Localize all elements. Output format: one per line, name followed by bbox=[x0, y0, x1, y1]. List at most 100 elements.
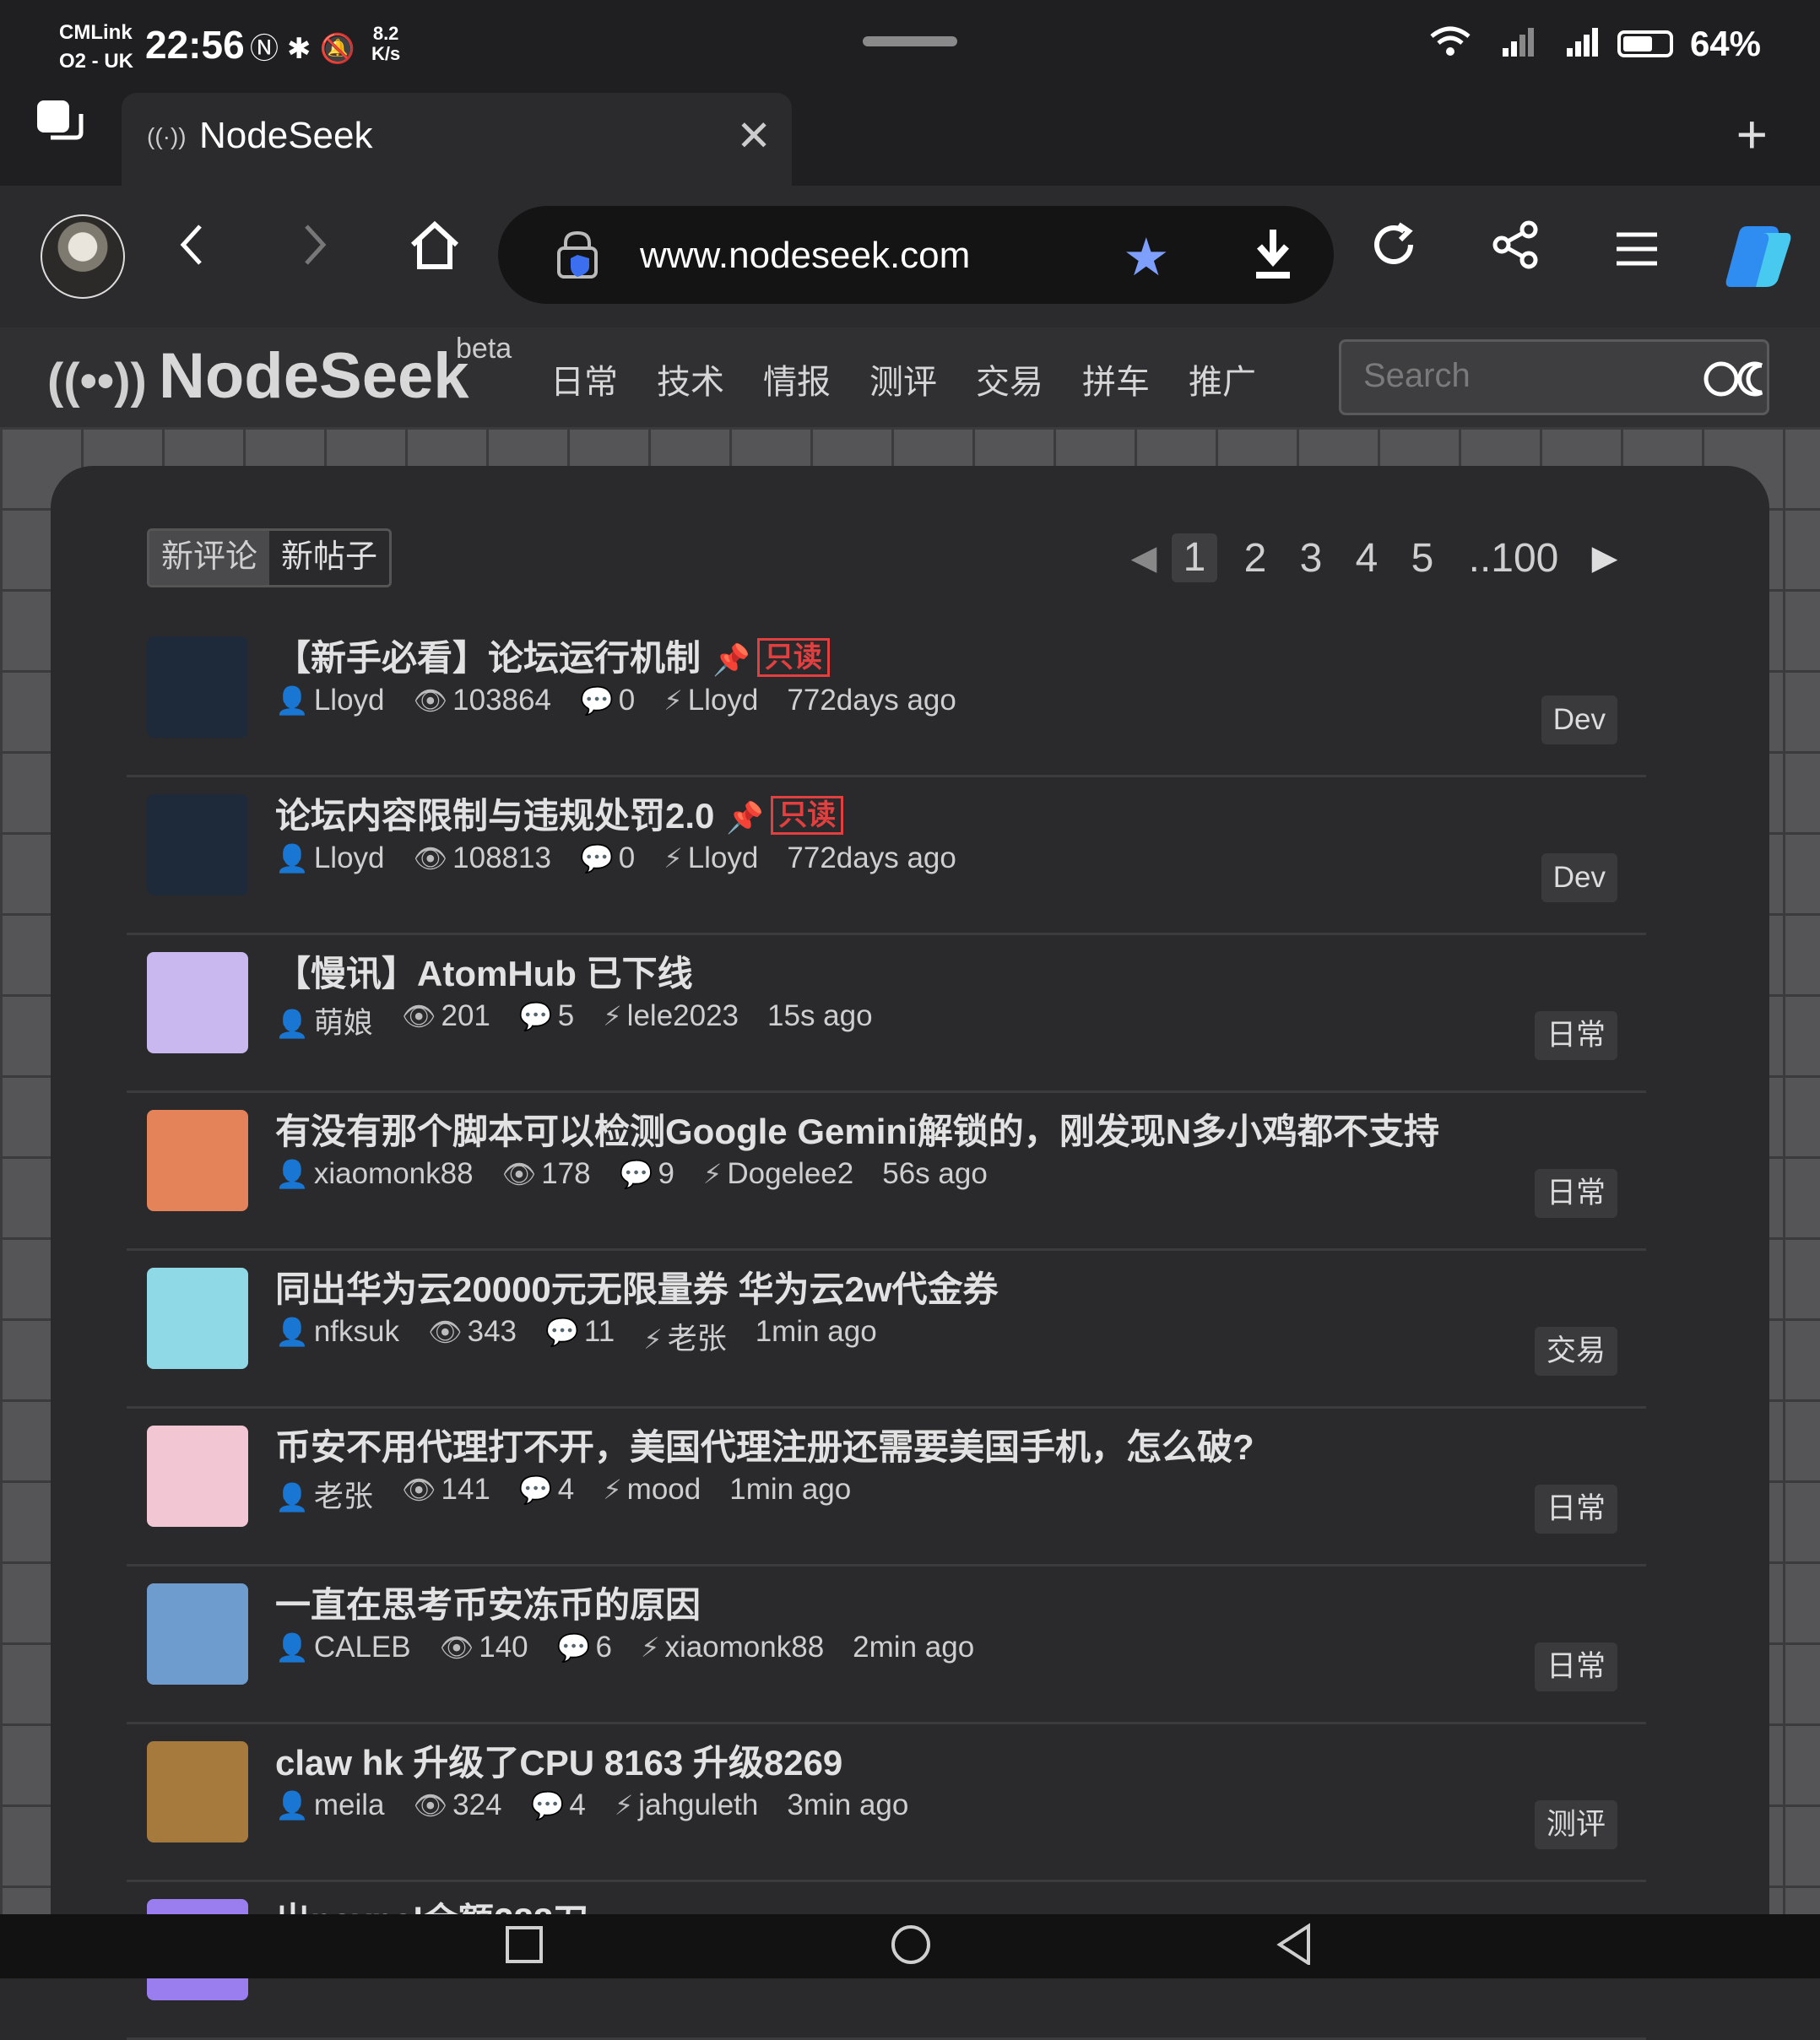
post-row[interactable]: 币安不用代理打不开，美国代理注册还需要美国手机，怎么破? 👤 老张 👁 141 💬 4 ⚡ mo… bbox=[127, 1407, 1646, 1567]
author-avatar[interactable] bbox=[147, 636, 248, 738]
author-name[interactable]: Lloyd bbox=[314, 684, 385, 717]
nav-daily[interactable]: 日常 bbox=[550, 354, 657, 403]
author-name[interactable]: meila bbox=[314, 1788, 385, 1821]
category-tag[interactable]: Dev bbox=[1541, 853, 1617, 902]
post-title-text[interactable]: claw hk 升级了CPU 8163 升级8269 bbox=[275, 1743, 842, 1783]
page-last[interactable]: ..100 bbox=[1450, 535, 1577, 582]
post-last-reply[interactable]: ⚡ Lloyd bbox=[664, 841, 758, 875]
author-name[interactable]: 老张 bbox=[314, 1480, 373, 1513]
page-3[interactable]: 3 bbox=[1283, 535, 1339, 582]
post-title[interactable]: 【慢讯】AtomHub 已下线 bbox=[275, 945, 693, 997]
author-name[interactable]: CALEB bbox=[314, 1631, 411, 1664]
post-title[interactable]: claw hk 升级了CPU 8163 升级8269 bbox=[275, 1734, 842, 1786]
back-button[interactable] bbox=[154, 219, 230, 287]
post-author[interactable]: 👤 nfksuk bbox=[275, 1315, 399, 1358]
window-handle[interactable] bbox=[863, 36, 957, 46]
category-tag[interactable]: 测评 bbox=[1534, 1800, 1617, 1849]
post-title[interactable]: 【新手必看】论坛运行机制 📌 只读 bbox=[275, 630, 830, 681]
post-author[interactable]: 👤 meila bbox=[275, 1788, 384, 1822]
post-author[interactable]: 👤 xiaomonk88 bbox=[275, 1157, 474, 1191]
share-button[interactable] bbox=[1477, 219, 1553, 287]
category-tag[interactable]: 日常 bbox=[1534, 1642, 1617, 1691]
home-nav-icon[interactable] bbox=[890, 1923, 932, 1965]
post-last-reply[interactable]: ⚡ lele2023 bbox=[603, 999, 739, 1042]
post-last-reply[interactable]: ⚡ 老张 bbox=[643, 1315, 726, 1358]
author-avatar[interactable] bbox=[147, 952, 248, 1053]
post-title-text[interactable]: 论坛内容限制与违规处罚2.0 bbox=[275, 796, 714, 836]
last-reply-user[interactable]: 老张 bbox=[668, 1323, 727, 1355]
tabs-overview-icon[interactable] bbox=[34, 97, 84, 148]
close-icon[interactable]: ✕ bbox=[736, 111, 772, 160]
category-tag[interactable]: 日常 bbox=[1534, 1011, 1617, 1060]
category-tag[interactable]: 交易 bbox=[1534, 1327, 1617, 1376]
post-row[interactable]: 【慢讯】AtomHub 已下线 👤 萌娘 👁 201 💬 5 ⚡ lele2023 15s ago… bbox=[127, 933, 1646, 1093]
last-reply-user[interactable]: jahguleth bbox=[638, 1788, 758, 1821]
reload-button[interactable] bbox=[1356, 219, 1432, 287]
last-reply-user[interactable]: Lloyd bbox=[688, 841, 759, 874]
last-reply-user[interactable]: mood bbox=[627, 1473, 701, 1506]
tab-nodeseek[interactable]: ((·)) NodeSeek ✕ bbox=[122, 93, 792, 186]
address-bar[interactable]: www.nodeseek.com ★ bbox=[498, 206, 1334, 304]
category-tag[interactable]: Dev bbox=[1541, 695, 1617, 744]
prev-page-icon[interactable]: ◀ bbox=[1116, 538, 1172, 577]
tab-new-posts[interactable]: 新帖子 bbox=[269, 531, 390, 585]
post-title[interactable]: 论坛内容限制与违规处罚2.0 📌 只读 bbox=[275, 787, 844, 839]
nav-review[interactable]: 测评 bbox=[869, 354, 976, 403]
page-2[interactable]: 2 bbox=[1227, 535, 1283, 582]
author-avatar[interactable] bbox=[147, 1583, 248, 1685]
nav-carpool[interactable]: 拼车 bbox=[1082, 354, 1189, 403]
post-row[interactable]: 【新手必看】论坛运行机制 📌 只读 👤 Lloyd 👁 103864 💬 0 ⚡ Lloyd 772d… bbox=[127, 618, 1646, 777]
page-1[interactable]: 1 bbox=[1172, 533, 1217, 582]
author-name[interactable]: 萌娘 bbox=[314, 1007, 373, 1040]
bookmark-star-icon[interactable]: ★ bbox=[1123, 226, 1170, 288]
post-title[interactable]: 同出华为云20000元无限量券 华为云2w代金券 bbox=[275, 1261, 999, 1312]
post-title[interactable]: 有没有那个脚本可以检测Google Gemini解锁的，刚发现N多小鸡都不支持 bbox=[275, 1103, 1439, 1155]
nodeseek-logo-icon[interactable]: ((••)) bbox=[47, 353, 147, 409]
post-last-reply[interactable]: ⚡ jahguleth bbox=[615, 1788, 759, 1822]
menu-button[interactable] bbox=[1599, 219, 1675, 287]
post-row[interactable]: 一直在思考币安冻币的原因 👤 CALEB 👁 140 💬 6 ⚡ xiaomonk88 2min … bbox=[127, 1565, 1646, 1724]
post-last-reply[interactable]: ⚡ xiaomonk88 bbox=[641, 1631, 824, 1664]
post-last-reply[interactable]: ⚡ mood bbox=[603, 1473, 701, 1516]
last-reply-user[interactable]: Lloyd bbox=[688, 684, 759, 717]
author-avatar[interactable] bbox=[147, 794, 248, 896]
post-author[interactable]: 👤 老张 bbox=[275, 1473, 373, 1516]
profile-avatar[interactable] bbox=[41, 214, 125, 299]
post-author[interactable]: 👤 CALEB bbox=[275, 1631, 411, 1664]
nav-info[interactable]: 情报 bbox=[763, 354, 869, 403]
nav-trade[interactable]: 交易 bbox=[976, 354, 1082, 403]
post-title-text[interactable]: 【新手必看】论坛运行机制 bbox=[275, 638, 701, 678]
author-avatar[interactable] bbox=[147, 1110, 248, 1211]
post-title-text[interactable]: 同出华为云20000元无限量券 华为云2w代金券 bbox=[275, 1269, 999, 1309]
post-last-reply[interactable]: ⚡ Lloyd bbox=[664, 684, 758, 717]
author-avatar[interactable] bbox=[147, 1268, 248, 1369]
post-title-text[interactable]: 一直在思考币安冻币的原因 bbox=[275, 1585, 701, 1625]
post-row[interactable]: 有没有那个脚本可以检测Google Gemini解锁的，刚发现N多小鸡都不支持 👤… bbox=[127, 1091, 1646, 1251]
post-row[interactable]: 同出华为云20000元无限量券 华为云2w代金券 👤 nfksuk 👁 343 💬 11 ⚡ 老… bbox=[127, 1249, 1646, 1409]
author-avatar[interactable] bbox=[147, 1426, 248, 1527]
home-button[interactable] bbox=[397, 219, 473, 290]
tab-new-comments[interactable]: 新评论 bbox=[149, 531, 270, 585]
nav-tech[interactable]: 技术 bbox=[657, 354, 763, 403]
page-4[interactable]: 4 bbox=[1339, 535, 1395, 582]
post-author[interactable]: 👤 萌娘 bbox=[275, 999, 373, 1042]
recents-icon[interactable] bbox=[505, 1923, 544, 1965]
post-title-text[interactable]: 【慢讯】AtomHub 已下线 bbox=[275, 954, 693, 993]
back-nav-icon[interactable] bbox=[1275, 1923, 1314, 1965]
last-reply-user[interactable]: lele2023 bbox=[627, 999, 739, 1032]
post-title[interactable]: 一直在思考币安冻币的原因 bbox=[275, 1577, 701, 1628]
post-title[interactable]: 币安不用代理打不开，美国代理注册还需要美国手机，怎么破? bbox=[275, 1419, 1254, 1470]
category-tag[interactable]: 日常 bbox=[1534, 1485, 1617, 1534]
author-name[interactable]: xiaomonk88 bbox=[314, 1157, 474, 1190]
post-author[interactable]: 👤 Lloyd bbox=[275, 684, 385, 717]
next-page-icon[interactable]: ▶ bbox=[1577, 538, 1633, 577]
post-title-text[interactable]: 有没有那个脚本可以检测Google Gemini解锁的，刚发现N多小鸡都不支持 bbox=[275, 1112, 1439, 1151]
post-author[interactable]: 👤 Lloyd bbox=[275, 841, 385, 875]
post-title-text[interactable]: 币安不用代理打不开，美国代理注册还需要美国手机，怎么破? bbox=[275, 1427, 1254, 1467]
post-last-reply[interactable]: ⚡ Dogelee2 bbox=[703, 1157, 853, 1191]
category-tag[interactable]: 日常 bbox=[1534, 1169, 1617, 1218]
download-icon[interactable] bbox=[1248, 225, 1298, 284]
last-reply-user[interactable]: xiaomonk88 bbox=[664, 1631, 824, 1664]
search-input[interactable]: Search bbox=[1339, 339, 1769, 415]
new-tab-button[interactable]: + bbox=[1736, 103, 1768, 165]
